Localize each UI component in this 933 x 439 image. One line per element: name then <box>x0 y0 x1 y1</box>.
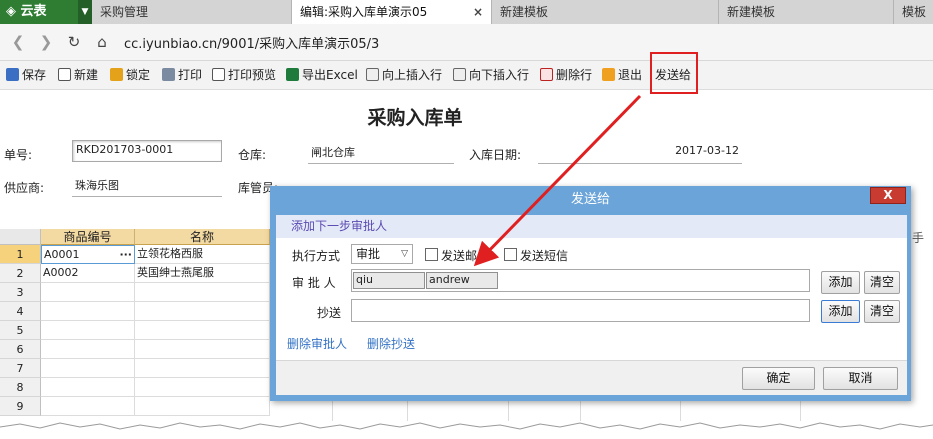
annotation-arrow <box>473 94 642 267</box>
torn-edge <box>0 422 933 439</box>
